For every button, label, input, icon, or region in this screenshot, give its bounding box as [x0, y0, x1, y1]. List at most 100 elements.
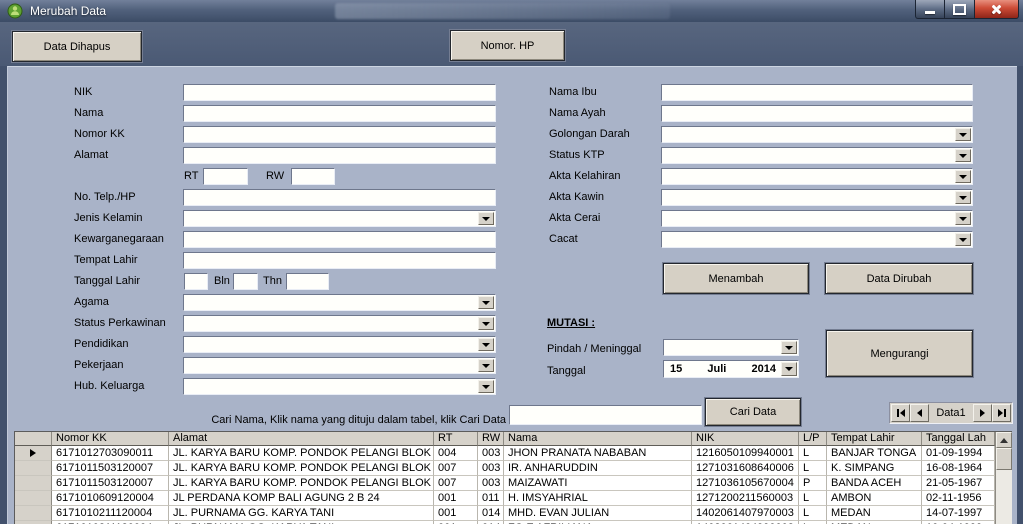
alamat-input[interactable] — [183, 147, 496, 164]
status-perkawinan-arrow[interactable] — [478, 317, 494, 330]
no-telp-hp-input[interactable] — [183, 189, 496, 206]
cell-nomor-kk: 6171011503120007 — [52, 476, 169, 491]
cell-tempat-lahir: K. SIMPANG — [827, 461, 922, 476]
cacat-arrow[interactable] — [955, 233, 971, 246]
cell-tanggal-lah: 16-08-1964 — [922, 461, 995, 476]
bln-label: Bln — [214, 275, 230, 287]
cell-rw: 003 — [478, 446, 504, 461]
nama-ayah-input[interactable] — [661, 105, 973, 122]
titlebar[interactable]: Merubah Data — [0, 0, 1023, 23]
status-ktp-arrow[interactable] — [955, 149, 971, 162]
tanggal-lahir-bulan-input[interactable] — [233, 273, 258, 290]
hub-keluarga-arrow[interactable] — [478, 380, 494, 393]
menambah-button[interactable]: Menambah — [663, 263, 809, 294]
pekerjaan-arrow[interactable] — [478, 359, 494, 372]
pekerjaan-select[interactable] — [183, 357, 496, 374]
pindah-meninggal-arrow[interactable] — [781, 341, 797, 354]
grid-corner-cell — [15, 432, 52, 446]
agama-select[interactable] — [183, 294, 496, 311]
nomor-hp-button[interactable]: Nomor. HP — [450, 30, 565, 61]
row-selector-cell[interactable] — [15, 476, 52, 491]
golongan-darah-select[interactable] — [661, 126, 973, 143]
cell-rt: 004 — [434, 446, 478, 461]
nav-next-button[interactable] — [973, 404, 992, 422]
table-row[interactable]: 6171010211120004JL. PURNAMA GG. KARYA TA… — [15, 506, 1012, 521]
table-row[interactable]: 6171011503120007 JL. KARYA BARU KOMP. PON… — [15, 476, 1012, 491]
nav-first-button[interactable] — [891, 404, 910, 422]
cari-data-button[interactable]: Cari Data — [705, 398, 801, 426]
cell-nik: 1271036105670004 — [692, 476, 799, 491]
akta-kawin-select[interactable] — [661, 189, 973, 206]
akta-kelahiran-arrow[interactable] — [955, 170, 971, 183]
status-perkawinan-select[interactable] — [183, 315, 496, 332]
agama-arrow[interactable] — [478, 296, 494, 309]
grid-header-row: Nomor KK Alamat RT RW Nama NIK L/P Tempat Lahir… — [15, 432, 1012, 446]
golongan-darah-arrow[interactable] — [955, 128, 971, 141]
mengurangi-button[interactable]: Mengurangi — [826, 330, 973, 377]
jenis-kelamin-select[interactable] — [183, 210, 496, 227]
jenis-kelamin-arrow[interactable] — [478, 212, 494, 225]
top-toolbar: Data Dihapus Nomor. HP — [0, 22, 1023, 66]
cell-nomor-kk: 6171010211120004 — [52, 506, 169, 521]
rw-input[interactable] — [291, 168, 335, 185]
table-row[interactable]: 6171010609120004 JL PERDANA KOMP BALI AGU… — [15, 491, 1012, 506]
akta-kelahiran-select[interactable] — [661, 168, 973, 185]
tanggal-lahir-hari-input[interactable] — [184, 273, 208, 290]
table-row[interactable]: 6171011503120007 JL. KARYA BARU KOMP. PON… — [15, 461, 1012, 476]
row-selector-cell[interactable] — [15, 506, 52, 521]
tanggal-mutasi-label: Tanggal — [547, 365, 586, 377]
status-perkawinan-label: Status Perkawinan — [74, 317, 166, 329]
akta-cerai-arrow[interactable] — [955, 212, 971, 225]
cell-nik: 1271200211560003 — [692, 491, 799, 506]
scrollbar-thumb[interactable] — [996, 448, 1012, 470]
pindah-meninggal-select[interactable] — [663, 339, 799, 356]
kewarganegaraan-input[interactable] — [183, 231, 496, 248]
jenis-kelamin-label: Jenis Kelamin — [74, 212, 143, 224]
pendidikan-arrow[interactable] — [478, 338, 494, 351]
data-dihapus-button[interactable]: Data Dihapus — [12, 31, 142, 62]
akta-kawin-arrow[interactable] — [955, 191, 971, 204]
cari-nama-input[interactable] — [509, 405, 702, 425]
nik-label: NIK — [74, 86, 93, 98]
last-record-icon — [997, 409, 1003, 417]
akta-kelahiran-label: Akta Kelahiran — [549, 170, 621, 182]
data-dirubah-button[interactable]: Data Dirubah — [825, 263, 973, 294]
cell-nomor-kk: 6171011503120007 — [52, 461, 169, 476]
grid-header-nik: NIK — [692, 432, 799, 446]
akta-cerai-select[interactable] — [661, 210, 973, 227]
status-ktp-select[interactable] — [661, 147, 973, 164]
tanggal-mutasi-picker[interactable]: 15 Juli 2014 — [663, 360, 799, 378]
nav-prev-button[interactable] — [910, 404, 929, 422]
nav-last-button[interactable] — [992, 404, 1011, 422]
first-record-icon — [899, 409, 905, 417]
minimize-button[interactable] — [915, 0, 945, 19]
close-button[interactable] — [974, 0, 1019, 19]
table-row[interactable]: 6171012703090011 JL. KARYA BARU KOMP. PON… — [15, 446, 1012, 461]
row-selector-cell[interactable] — [15, 446, 52, 461]
cell-nomor-kk: 6171012703090011 — [52, 446, 169, 461]
row-selector-cell[interactable] — [15, 461, 52, 476]
row-selector-cell[interactable] — [15, 491, 52, 506]
tanggal-mutasi-arrow[interactable] — [781, 362, 797, 376]
hub-keluarga-select[interactable] — [183, 378, 496, 395]
maximize-button[interactable] — [945, 0, 974, 19]
nama-ibu-input[interactable] — [661, 84, 973, 101]
cell-rt: 001 — [434, 506, 478, 521]
cacat-select[interactable] — [661, 231, 973, 248]
no-telp-hp-label: No. Telp./HP — [74, 191, 136, 203]
nik-input[interactable] — [183, 84, 496, 101]
pendidikan-select[interactable] — [183, 336, 496, 353]
akta-cerai-label: Akta Cerai — [549, 212, 601, 224]
grid-header-rt: RT — [434, 432, 478, 446]
tanggal-mutasi-value: 15 Juli 2014 — [664, 361, 798, 377]
nama-input[interactable] — [183, 105, 496, 122]
nomor-kk-input[interactable] — [183, 126, 496, 143]
grid-header-rw: RW — [478, 432, 504, 446]
rt-input[interactable] — [203, 168, 248, 185]
tanggal-lahir-tahun-input[interactable] — [286, 273, 329, 290]
tempat-lahir-input[interactable] — [183, 252, 496, 269]
tanggal-lahir-label: Tanggal Lahir — [74, 275, 141, 287]
grid-header-alamat: Alamat — [169, 432, 434, 446]
grid-scrollbar[interactable] — [995, 432, 1012, 524]
scroll-up-button[interactable] — [996, 432, 1012, 448]
